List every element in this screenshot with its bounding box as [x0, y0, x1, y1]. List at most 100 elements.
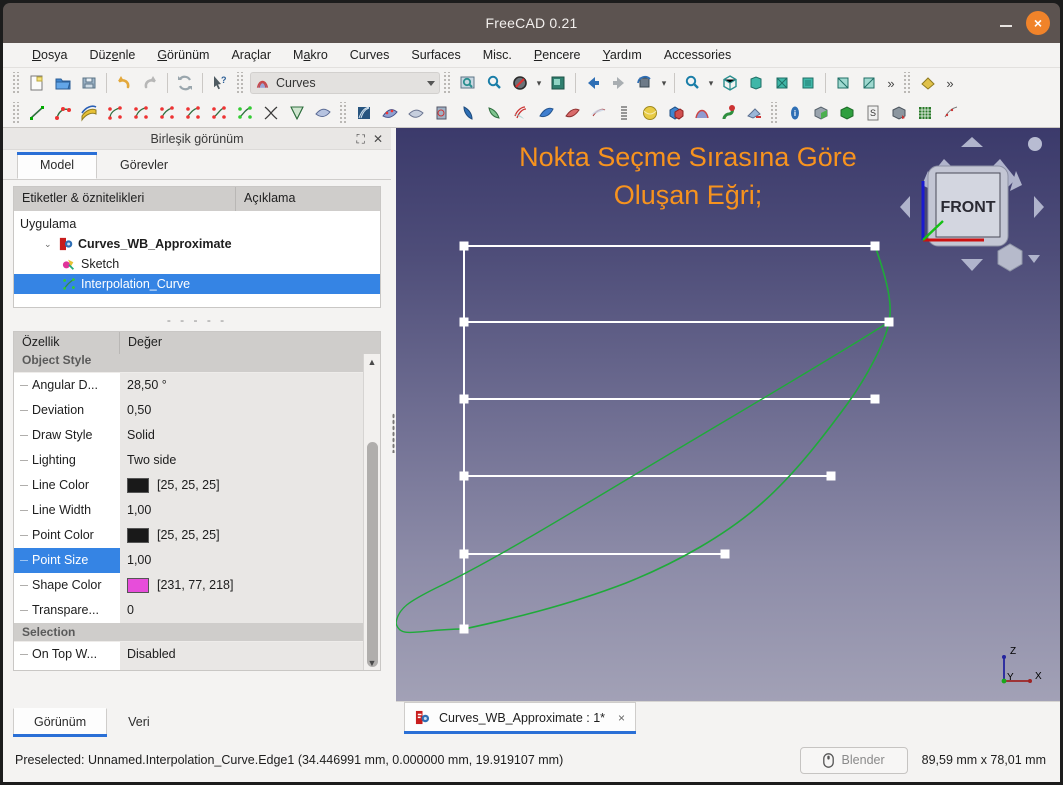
menu-item-ara-lar[interactable]: Araçlar	[220, 45, 282, 65]
property-value-cell[interactable]: [231, 77, 218]	[120, 572, 380, 598]
property-value-cell[interactable]: 0,50	[120, 397, 380, 423]
property-value-cell[interactable]: Two side	[120, 447, 380, 473]
toolbar-grip[interactable]	[770, 102, 779, 124]
solid-cube-icon[interactable]	[808, 100, 834, 126]
property-row-shape-color[interactable]: Shape Color [231, 77, 218]	[14, 572, 380, 598]
menu-item-pencere[interactable]: Pencere	[523, 45, 592, 65]
chevron-down-icon[interactable]: ▾	[533, 70, 545, 96]
ruled-surface-icon[interactable]	[455, 100, 481, 126]
parametric-curve-icon[interactable]	[284, 100, 310, 126]
blend-curve-4-icon[interactable]	[180, 100, 206, 126]
menu-item-makro[interactable]: Makro	[282, 45, 339, 65]
blend-curve-1-icon[interactable]	[102, 100, 128, 126]
shape-info-icon[interactable]	[886, 100, 912, 126]
splitter-grip[interactable]	[392, 413, 395, 453]
gordon-surface-icon[interactable]	[76, 100, 102, 126]
clipboard-icon[interactable]: S	[860, 100, 886, 126]
scrollbar-thumb[interactable]	[367, 442, 378, 667]
sublink-surface-icon[interactable]	[310, 100, 336, 126]
toolbar-grip[interactable]	[443, 72, 452, 94]
workbench-curves-icon[interactable]	[689, 100, 715, 126]
paint-icon[interactable]	[715, 100, 741, 126]
chevron-down-icon[interactable]: ▾	[705, 70, 717, 96]
approximate-icon[interactable]	[258, 100, 284, 126]
draw-style-icon[interactable]	[507, 70, 533, 96]
info-icon[interactable]: i	[782, 100, 808, 126]
property-value-cell[interactable]: Solid	[120, 422, 380, 448]
isometric-cube-icon[interactable]	[717, 70, 743, 96]
tab-model[interactable]: Model	[17, 152, 98, 179]
curvature-comb-icon[interactable]	[585, 100, 611, 126]
fit-all-icon[interactable]	[455, 70, 481, 96]
toolbar-overflow-button-2[interactable]: »	[941, 70, 959, 96]
scroll-up-icon[interactable]: ▲	[364, 354, 380, 369]
bspline-icon[interactable]	[50, 100, 76, 126]
menu-item-accessories[interactable]: Accessories	[653, 45, 742, 65]
property-value-cell[interactable]: 28,50 °	[120, 372, 380, 398]
menu-item-d-zenle[interactable]: Düzenle	[78, 45, 146, 65]
mesh-icon[interactable]	[938, 100, 964, 126]
toolbar-grip[interactable]	[339, 102, 348, 124]
whats-this-icon[interactable]: ?	[207, 70, 233, 96]
axonometric-icon[interactable]	[545, 70, 571, 96]
sketch-on-surface-icon[interactable]	[533, 100, 559, 126]
toolbar-grip[interactable]	[12, 102, 21, 124]
zoom-box-icon[interactable]	[481, 70, 507, 96]
navigation-style-button[interactable]: Blender	[799, 746, 908, 774]
tree-item-sketch[interactable]: Sketch	[14, 254, 380, 274]
minimize-button[interactable]	[998, 15, 1014, 31]
property-value-cell[interactable]: 0	[120, 597, 380, 623]
property-value-cell[interactable]: true	[120, 666, 380, 670]
profile-support-icon[interactable]	[481, 100, 507, 126]
property-scrollbar[interactable]: ▲ ▼	[363, 354, 380, 670]
blend-curve-2-icon[interactable]	[128, 100, 154, 126]
tab-g-revler[interactable]: Görevler	[97, 152, 191, 179]
zoom-icon[interactable]	[679, 70, 705, 96]
std-views-icon[interactable]	[915, 70, 941, 96]
blend-curve-5-icon[interactable]	[206, 100, 232, 126]
toolbar-overflow-button[interactable]: »	[882, 70, 900, 96]
sphere-map-icon[interactable]	[637, 100, 663, 126]
toolbar-grip[interactable]	[12, 72, 21, 94]
undo-icon[interactable]	[111, 70, 137, 96]
zebra-stripes-icon[interactable]	[559, 100, 585, 126]
property-row-draw-style[interactable]: Draw Style Solid	[14, 422, 380, 448]
view-rotate-icon[interactable]	[632, 70, 658, 96]
property-value-cell[interactable]: [25, 25, 25]	[120, 522, 380, 548]
property-row-point-color[interactable]: Point Color [25, 25, 25]	[14, 522, 380, 548]
toolbar-grip[interactable]	[236, 72, 245, 94]
eraser-icon[interactable]	[741, 100, 767, 126]
color-swatch[interactable]	[127, 477, 149, 493]
menu-item-yard-m[interactable]: Yardım	[591, 45, 652, 65]
menu-item-surfaces[interactable]: Surfaces	[400, 45, 471, 65]
new-document-icon[interactable]	[24, 70, 50, 96]
open-folder-icon[interactable]	[50, 70, 76, 96]
line-icon[interactable]	[24, 100, 50, 126]
sketch-lines-icon[interactable]	[611, 100, 637, 126]
property-row-line-color[interactable]: Line Color [25, 25, 25]	[14, 472, 380, 498]
property-row-selectable[interactable]: Selectabletrue	[14, 666, 380, 670]
color-swatch[interactable]	[127, 577, 149, 593]
forward-arrow-icon[interactable]	[606, 70, 632, 96]
rear-view-icon[interactable]	[830, 70, 856, 96]
3d-viewport[interactable]: Nokta Seçme Sırasına Göre Oluşan Eğri; F…	[396, 128, 1060, 701]
property-row-angular-d[interactable]: Angular D... 28,50 °	[14, 372, 380, 398]
close-icon[interactable]: ✕	[373, 133, 383, 145]
menu-item-misc[interactable]: Misc.	[472, 45, 523, 65]
front-view-icon[interactable]	[743, 70, 769, 96]
redo-icon[interactable]	[137, 70, 163, 96]
navigation-cube[interactable]: FRONT	[898, 133, 1046, 283]
expand-icon[interactable]: ⛶	[357, 133, 365, 145]
refresh-icon[interactable]	[172, 70, 198, 96]
toolbar-grip[interactable]	[903, 72, 912, 94]
green-cube-icon[interactable]	[834, 100, 860, 126]
tab-veri[interactable]: Veri	[107, 708, 171, 737]
blend-curve-3-icon[interactable]	[154, 100, 180, 126]
workbench-selector[interactable]: Curves	[250, 72, 440, 94]
property-value-cell[interactable]: 1,00	[120, 497, 380, 523]
property-row-on-top-w[interactable]: On Top W... Disabled	[14, 641, 380, 667]
save-icon[interactable]	[76, 70, 102, 96]
chevron-down-icon[interactable]: ⌄	[44, 239, 54, 250]
isocurve-icon[interactable]	[351, 100, 377, 126]
menu-item-g-r-n-m[interactable]: Görünüm	[146, 45, 220, 65]
